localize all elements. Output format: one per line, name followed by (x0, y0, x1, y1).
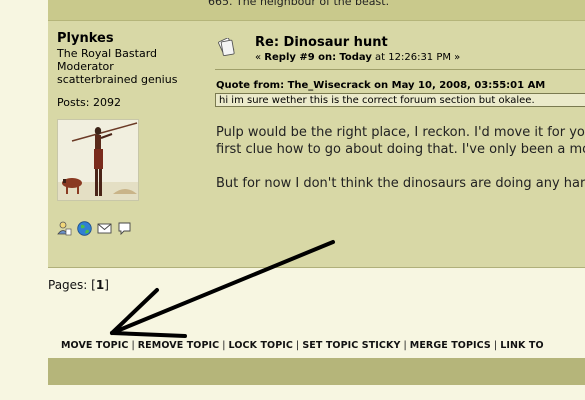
annotation-arrow (110, 240, 335, 338)
